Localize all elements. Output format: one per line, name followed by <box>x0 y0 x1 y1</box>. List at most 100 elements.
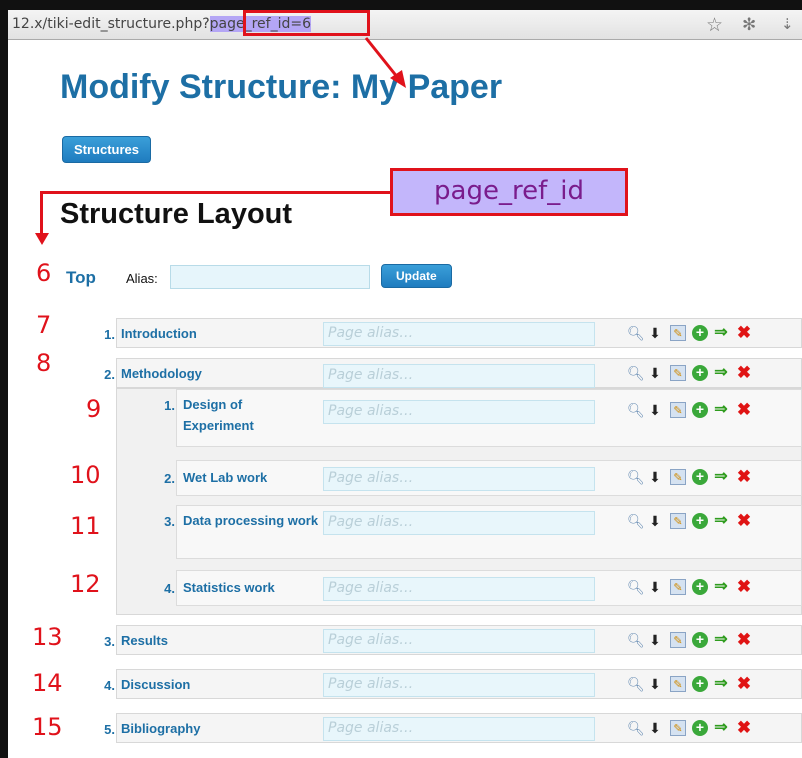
magnifier-icon[interactable]: 🔍︎ <box>627 325 645 341</box>
edit-icon[interactable]: ✎ <box>670 579 686 595</box>
add-icon[interactable]: + <box>692 469 708 485</box>
delete-icon[interactable]: ✖ <box>736 578 752 595</box>
node-actions: 🔍︎ ⬇ ✎ + ⇒ ✖ <box>627 467 793 489</box>
node-link[interactable]: Statistics work <box>183 577 275 598</box>
node-actions: 🔍︎ ⬇ ✎ + ⇒ ✖ <box>627 577 793 599</box>
add-icon[interactable]: + <box>692 365 708 381</box>
move-icon[interactable]: ⬇ <box>647 365 663 381</box>
delete-icon[interactable]: ✖ <box>736 324 752 341</box>
move-right-icon[interactable]: ⇒ <box>713 579 729 595</box>
move-icon[interactable]: ⬇ <box>647 720 663 736</box>
edit-icon[interactable]: ✎ <box>670 402 686 418</box>
node-link[interactable]: Discussion <box>121 674 190 695</box>
node-actions: 🔍︎ ⬇ ✎ + ⇒ ✖ <box>627 400 793 422</box>
move-right-icon[interactable]: ⇒ <box>713 676 729 692</box>
page-alias-input[interactable]: Page alias… <box>323 673 595 697</box>
add-icon[interactable]: + <box>692 513 708 529</box>
node-link[interactable]: Bibliography <box>121 718 200 739</box>
delete-icon[interactable]: ✖ <box>736 719 752 736</box>
add-icon[interactable]: + <box>692 632 708 648</box>
magnifier-icon[interactable]: 🔍︎ <box>627 676 645 692</box>
magnifier-icon[interactable]: 🔍︎ <box>627 402 645 418</box>
node-actions: 🔍︎ ⬇ ✎ + ⇒ ✖ <box>627 674 793 696</box>
move-right-icon[interactable]: ⇒ <box>713 632 729 648</box>
delete-icon[interactable]: ✖ <box>736 675 752 692</box>
layout-heading: Structure Layout <box>60 198 293 230</box>
page-alias-input[interactable]: Page alias… <box>323 717 595 741</box>
magnifier-icon[interactable]: 🔍︎ <box>627 632 645 648</box>
move-right-icon[interactable]: ⇒ <box>713 720 729 736</box>
magnifier-icon[interactable]: 🔍︎ <box>627 469 645 485</box>
add-icon[interactable]: + <box>692 579 708 595</box>
move-icon[interactable]: ⬇ <box>647 579 663 595</box>
page-alias-input[interactable]: Page alias… <box>323 322 595 346</box>
star-icon[interactable]: ☆ <box>706 14 723 37</box>
move-right-icon[interactable]: ⇒ <box>713 365 729 381</box>
update-button[interactable]: Update <box>381 264 452 288</box>
edit-icon[interactable]: ✎ <box>670 513 686 529</box>
page-alias-input[interactable]: Page alias… <box>323 400 595 424</box>
magnifier-icon[interactable]: 🔍︎ <box>627 365 645 381</box>
node-id-label: 11 <box>70 512 101 540</box>
delete-icon[interactable]: ✖ <box>736 631 752 648</box>
structures-button[interactable]: Structures <box>62 136 152 163</box>
page-alias-input[interactable]: Page alias… <box>323 511 595 535</box>
add-icon[interactable]: + <box>692 402 708 418</box>
move-right-icon[interactable]: ⇒ <box>713 402 729 418</box>
move-icon[interactable]: ⬇ <box>647 513 663 529</box>
page-alias-input[interactable]: Page alias… <box>323 577 595 601</box>
annotation-arrow-line <box>40 191 43 235</box>
node-link[interactable]: Wet Lab work <box>183 467 267 488</box>
delete-icon[interactable]: ✖ <box>736 401 752 418</box>
magnifier-icon[interactable]: 🔍︎ <box>627 579 645 595</box>
node-link[interactable]: Data processing work <box>183 510 319 531</box>
edit-icon[interactable]: ✎ <box>670 325 686 341</box>
move-right-icon[interactable]: ⇒ <box>713 469 729 485</box>
node-number: 2. <box>104 367 115 382</box>
delete-icon[interactable]: ✖ <box>736 468 752 485</box>
page-alias-input[interactable]: Page alias… <box>323 364 595 388</box>
page-alias-input[interactable]: Page alias… <box>323 629 595 653</box>
page-alias-input[interactable]: Page alias… <box>323 467 595 491</box>
node-link[interactable]: Introduction <box>121 323 197 344</box>
firebug-icon[interactable]: ✻ <box>742 15 756 35</box>
edit-icon[interactable]: ✎ <box>670 469 686 485</box>
move-icon[interactable]: ⬇ <box>647 469 663 485</box>
node-link[interactable]: Results <box>121 630 168 651</box>
extension-icon[interactable]: ⇣ <box>781 15 794 33</box>
node-actions: 🔍︎ ⬇ ✎ + ⇒ ✖ <box>627 363 793 385</box>
structure-node-discussion: 4. Discussion Page alias… 🔍︎ ⬇ ✎ + ⇒ ✖ <box>104 669 802 699</box>
annotation-arrow-line <box>40 191 392 194</box>
node-number: 1. <box>104 327 115 342</box>
structure-node-wet-lab-work: 2. Wet Lab work Page alias… 🔍︎ ⬇ ✎ + ⇒ ✖ <box>164 460 802 496</box>
move-icon[interactable]: ⬇ <box>647 676 663 692</box>
move-right-icon[interactable]: ⇒ <box>713 325 729 341</box>
move-icon[interactable]: ⬇ <box>647 325 663 341</box>
node-id-top: 6 <box>36 259 52 287</box>
move-right-icon[interactable]: ⇒ <box>713 513 729 529</box>
top-link[interactable]: Top <box>66 268 96 288</box>
top-alias-input[interactable] <box>170 265 370 289</box>
magnifier-icon[interactable]: 🔍︎ <box>627 513 645 529</box>
node-number: 1. <box>164 398 175 413</box>
add-icon[interactable]: + <box>692 676 708 692</box>
add-icon[interactable]: + <box>692 325 708 341</box>
node-link[interactable]: Methodology <box>121 363 202 384</box>
edit-icon[interactable]: ✎ <box>670 632 686 648</box>
structure-node-methodology: 2. Methodology Page alias… 🔍︎ ⬇ ✎ + ⇒ ✖ <box>104 358 802 388</box>
structure-node-results: 3. Results Page alias… 🔍︎ ⬇ ✎ + ⇒ ✖ <box>104 625 802 655</box>
node-actions: 🔍︎ ⬇ ✎ + ⇒ ✖ <box>627 323 793 345</box>
edit-icon[interactable]: ✎ <box>670 676 686 692</box>
magnifier-icon[interactable]: 🔍︎ <box>627 720 645 736</box>
delete-icon[interactable]: ✖ <box>736 512 752 529</box>
node-number: 2. <box>164 471 175 486</box>
node-id-label: 14 <box>32 669 63 697</box>
add-icon[interactable]: + <box>692 720 708 736</box>
move-icon[interactable]: ⬇ <box>647 632 663 648</box>
delete-icon[interactable]: ✖ <box>736 364 752 381</box>
node-link[interactable]: Design of Experiment <box>183 394 313 436</box>
edit-icon[interactable]: ✎ <box>670 365 686 381</box>
move-icon[interactable]: ⬇ <box>647 402 663 418</box>
edit-icon[interactable]: ✎ <box>670 720 686 736</box>
node-id-label: 13 <box>32 623 63 651</box>
